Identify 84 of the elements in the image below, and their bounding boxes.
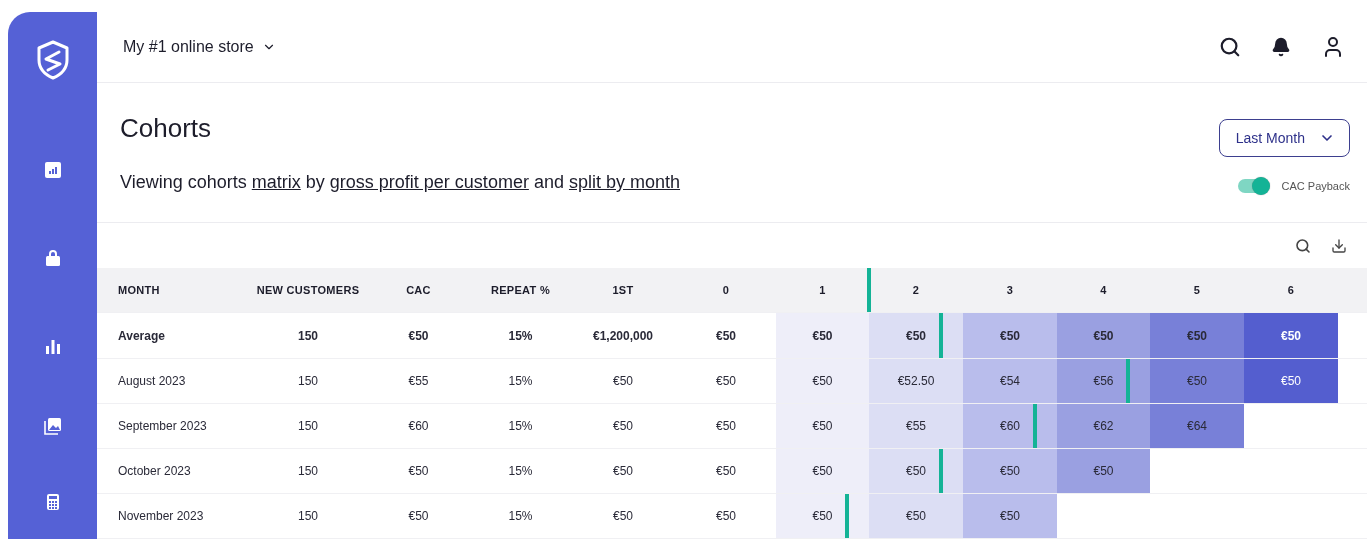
- heatmap-cell: €50: [1057, 313, 1150, 358]
- table-cell-text: €50: [612, 507, 634, 525]
- heatmap-cell: €50: [1244, 313, 1338, 358]
- toggle-label: CAC Payback: [1281, 180, 1350, 192]
- table-cell-text: 150: [297, 462, 319, 480]
- column-header: CAC: [405, 283, 432, 299]
- heatmap-cell: €55: [869, 403, 963, 448]
- image-icon: [43, 417, 62, 435]
- period-select[interactable]: Last Month: [1218, 119, 1350, 157]
- table-cell-text: September 2023: [117, 417, 208, 435]
- table-cell-text: 15%: [507, 462, 534, 480]
- table-cell-text: €50: [715, 462, 737, 480]
- column-header: 4: [1099, 283, 1108, 299]
- heatmap-cell: €50: [963, 448, 1057, 493]
- heatmap-cell: €50: [776, 493, 869, 539]
- column-header: REPEAT %: [489, 283, 551, 299]
- heatmap-cell: €50: [776, 313, 869, 358]
- table-cell-text: €50: [407, 327, 430, 345]
- heatmap-cell: €50: [963, 313, 1057, 358]
- split-link[interactable]: split by month: [568, 172, 681, 192]
- heatmap-cell: €50: [776, 358, 869, 403]
- heatmap-cell: €50: [963, 493, 1057, 539]
- table-cell-text: Average: [117, 327, 166, 345]
- table-cell-text: €50: [612, 462, 634, 480]
- heatmap-cell: €56: [1057, 358, 1150, 403]
- column-header: 1: [776, 268, 869, 313]
- table-cell-text: €50: [407, 507, 430, 525]
- heatmap-cell: €52.50: [869, 358, 963, 403]
- column-header: NEW CUSTOMERS: [255, 283, 361, 299]
- table-cell-text: 15%: [507, 327, 534, 345]
- table-cell-text: 15%: [507, 372, 534, 390]
- column-header: 6: [1286, 283, 1296, 299]
- heatmap-cell: €50: [869, 313, 963, 358]
- table-cell-text: 150: [297, 417, 319, 435]
- table-cell-text: €50: [715, 507, 737, 525]
- heatmap-cell: €50: [1057, 448, 1150, 493]
- heatmap-cell: €50: [869, 448, 963, 493]
- column-header: MONTH: [117, 283, 161, 299]
- column-header: 0: [721, 283, 731, 299]
- table-cell-text: 15%: [507, 417, 534, 435]
- table-cell-text: €50: [612, 372, 634, 390]
- table-cell-text: October 2023: [117, 462, 192, 480]
- heatmap-cell: €54: [963, 358, 1057, 403]
- store-selector[interactable]: My #1 online store: [123, 38, 276, 56]
- download-button[interactable]: [1331, 237, 1347, 254]
- table-cell-text: €55: [407, 372, 430, 390]
- bar-chart-icon: [43, 337, 62, 355]
- column-header: 5: [1192, 283, 1202, 299]
- table-cell-text: €1,200,000: [591, 327, 655, 345]
- search-button[interactable]: [1295, 237, 1311, 254]
- table-cell-text: €50: [715, 372, 737, 390]
- report-icon: [43, 161, 62, 179]
- table-cell-text: August 2023: [117, 372, 187, 390]
- table-cell-text: €50: [612, 417, 634, 435]
- column-header: 2: [911, 283, 921, 299]
- table-cell-text: €50: [715, 417, 737, 435]
- page-title: Cohorts: [120, 113, 213, 144]
- shield-logo-icon: [35, 40, 70, 80]
- column-header: 1ST: [611, 283, 635, 299]
- table-cell-text: 150: [297, 327, 319, 345]
- table-cell-text: 150: [297, 507, 319, 525]
- heatmap-cell: €50: [1150, 313, 1244, 358]
- heatmap-cell: €50: [1150, 358, 1244, 403]
- heatmap-cell: €50: [869, 493, 963, 539]
- table-cell-text: €50: [715, 327, 737, 345]
- metric-link[interactable]: gross profit per customer: [329, 172, 529, 192]
- table-cell-text: November 2023: [117, 507, 205, 525]
- table-cell-text: 15%: [507, 507, 534, 525]
- heatmap-cell: €50: [1244, 358, 1338, 403]
- heatmap-cell: €62: [1057, 403, 1150, 448]
- notifications-button[interactable]: [1271, 37, 1291, 57]
- bag-icon: [43, 249, 62, 267]
- cohort-description: Viewing cohorts matrix by gross profit per customer and split by month: [120, 172, 681, 193]
- heatmap-cell: €64: [1150, 403, 1244, 448]
- heatmap-cell: €50: [776, 403, 869, 448]
- table-cell-text: €50: [407, 462, 430, 480]
- heatmap-cell: €60: [963, 403, 1057, 448]
- heatmap-cell: €50: [776, 448, 869, 493]
- table-cell-text: 150: [297, 372, 319, 390]
- column-header: 3: [1005, 283, 1015, 299]
- table-cell-text: €60: [407, 417, 430, 435]
- search-button[interactable]: [1219, 36, 1241, 58]
- cac-payback-toggle[interactable]: [1237, 179, 1268, 193]
- view-link[interactable]: matrix: [251, 172, 301, 192]
